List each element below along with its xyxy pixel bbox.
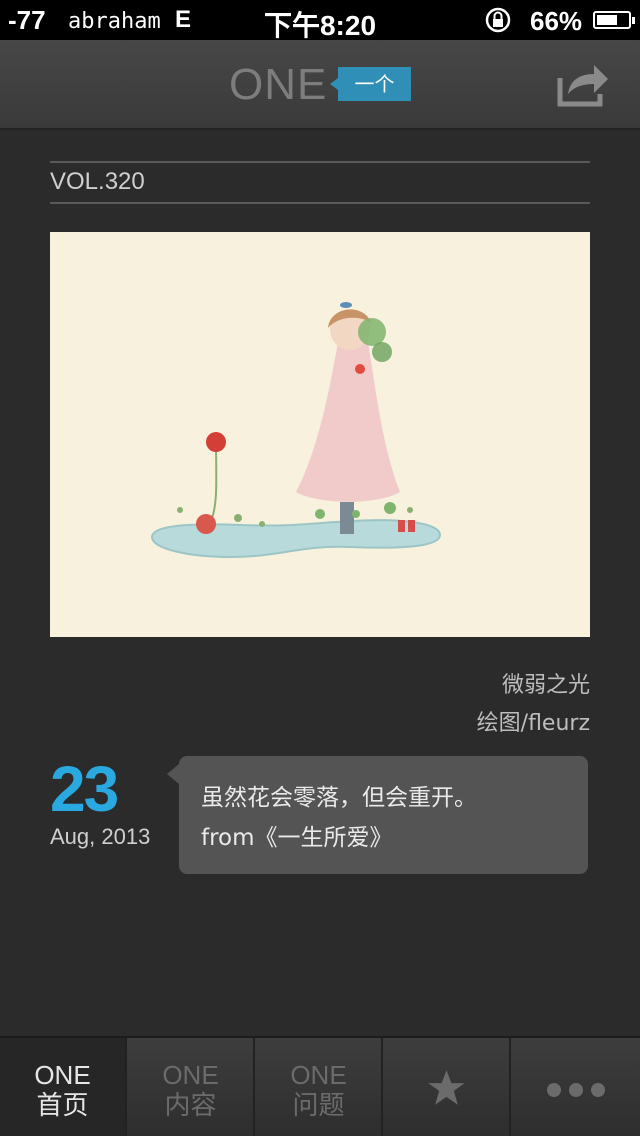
tab-bar: ONE 首页 ONE 内容 ONE 问题 — [0, 1036, 640, 1136]
tab-questions-label: 问题 — [292, 1091, 345, 1121]
quote-text: 虽然花会零落，但会重开。 — [201, 785, 477, 811]
tab-content-brand: ONE — [162, 1060, 219, 1090]
tab-home[interactable]: ONE 首页 — [0, 1038, 127, 1136]
tab-content-label: 内容 — [164, 1091, 217, 1121]
tab-content[interactable]: ONE 内容 — [128, 1038, 255, 1136]
illustration-credit: 绘图/fleurz — [476, 711, 590, 736]
tab-questions-brand: ONE — [290, 1060, 347, 1090]
illustration-image — [50, 232, 590, 637]
tab-home-brand: ONE — [34, 1060, 91, 1090]
illustration-title: 微弱之光 — [501, 673, 590, 698]
divider — [50, 161, 590, 163]
battery-percent: 66% — [530, 6, 583, 36]
battery-icon — [593, 11, 635, 29]
nav-bar: ONE 一个 — [0, 40, 640, 130]
daily-quote[interactable]: 虽然花会零落，但会重开。 from《一生所爱》 — [167, 756, 588, 874]
tab-home-label: 首页 — [36, 1091, 89, 1121]
date-month-year: Aug, 2013 — [50, 824, 151, 849]
tab-more[interactable] — [512, 1038, 640, 1136]
share-icon[interactable] — [556, 60, 610, 108]
star-icon — [428, 1070, 465, 1105]
daily-illustration[interactable] — [50, 232, 590, 637]
quote-source: from《一生所爱》 — [201, 825, 393, 851]
volume-number: VOL.320 — [50, 168, 145, 195]
date-day: 23 — [50, 753, 119, 825]
app-logo-tag: 一个 — [330, 67, 411, 101]
tab-favorites[interactable] — [384, 1038, 511, 1136]
app-logo: ONE — [229, 60, 328, 109]
divider — [50, 202, 590, 204]
more-icon — [547, 1083, 605, 1097]
rotation-lock-icon — [485, 7, 511, 33]
tab-questions[interactable]: ONE 问题 — [256, 1038, 383, 1136]
status-bar: -77 abraham E 下午8:20 66% — [0, 0, 640, 41]
